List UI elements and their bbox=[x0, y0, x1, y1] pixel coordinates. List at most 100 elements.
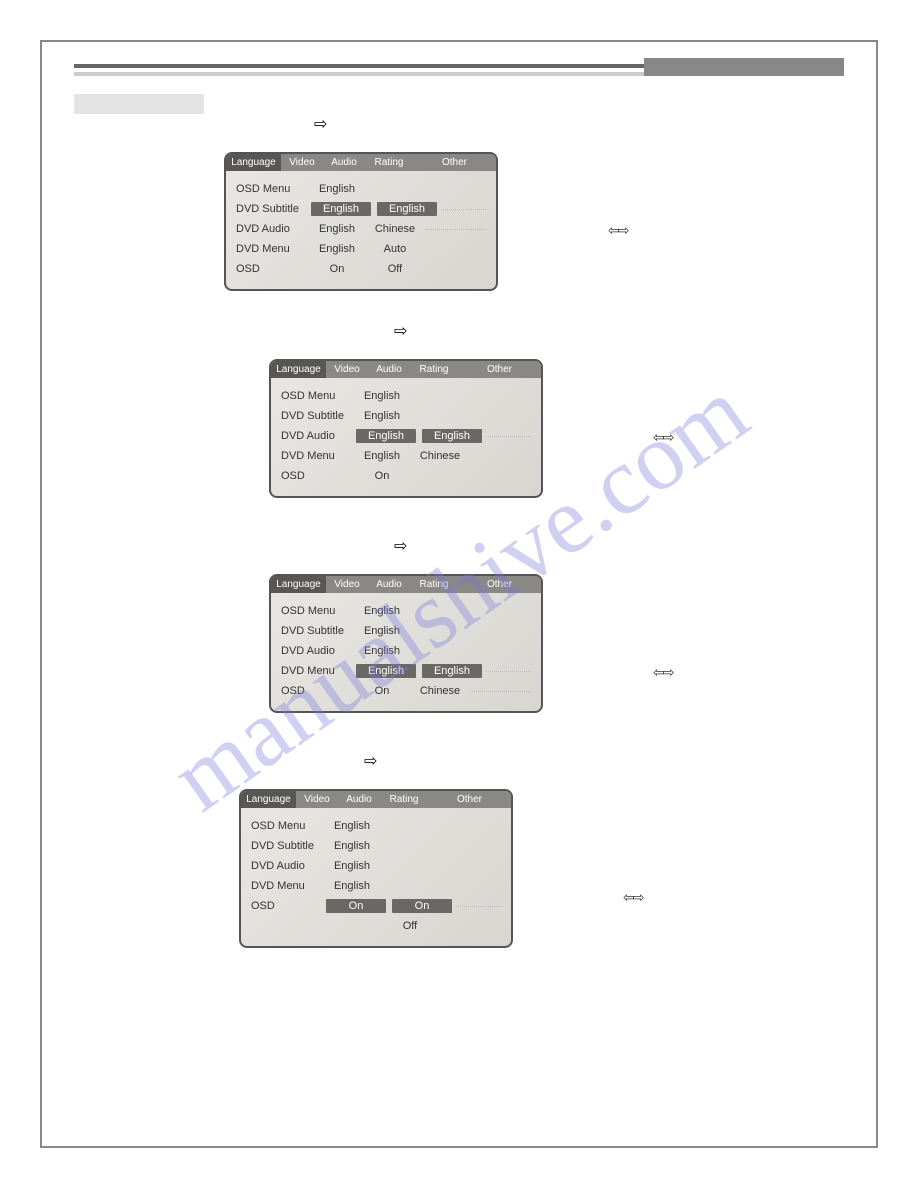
row-osd: OSDOn Chinese bbox=[281, 681, 531, 701]
opt-off[interactable]: Off bbox=[384, 920, 436, 932]
tab-video[interactable]: Video bbox=[296, 791, 338, 808]
opt-on[interactable]: On bbox=[392, 899, 452, 913]
tab-language[interactable]: Language bbox=[226, 154, 281, 171]
tab-video[interactable]: Video bbox=[326, 361, 368, 378]
page-frame: manualshive.com ⇨ Language Video Audio R… bbox=[40, 40, 878, 1148]
osd-panel: Language Video Audio Rating Other OSD Me… bbox=[269, 574, 543, 713]
tab-audio[interactable]: Audio bbox=[323, 154, 365, 171]
val-osd: On bbox=[311, 263, 363, 275]
tab-audio[interactable]: Audio bbox=[338, 791, 380, 808]
tabs: Language Video Audio Rating Other bbox=[271, 361, 541, 378]
label-osdmenu: OSD Menu bbox=[281, 390, 356, 402]
val-menu: English bbox=[356, 450, 408, 462]
val-audio: English bbox=[356, 429, 416, 443]
header-bar-left bbox=[74, 72, 644, 76]
right-arrow-icon: ⇨ bbox=[394, 536, 844, 556]
opt-english[interactable]: English bbox=[422, 429, 482, 443]
val-subtitle: English bbox=[356, 625, 408, 637]
val-subtitle: English bbox=[326, 840, 378, 852]
dots-icon bbox=[441, 208, 486, 210]
osd-body: OSD MenuEnglish DVD SubtitleEnglish DVD … bbox=[271, 378, 541, 496]
val-audio: English bbox=[356, 645, 408, 657]
label-menu: DVD Menu bbox=[281, 450, 356, 462]
row-menu: DVD MenuEnglish bbox=[251, 876, 501, 896]
val-menu: English bbox=[311, 243, 363, 255]
label-subtitle: DVD Subtitle bbox=[281, 410, 356, 422]
opt-off[interactable]: Off bbox=[369, 263, 421, 275]
tab-rating[interactable]: Rating bbox=[410, 576, 458, 593]
opt-english[interactable]: English bbox=[422, 664, 482, 678]
tab-language[interactable]: Language bbox=[241, 791, 296, 808]
label-osdmenu: OSD Menu bbox=[281, 605, 356, 617]
row-audio: DVD AudioEnglish bbox=[281, 641, 531, 661]
val-menu: English bbox=[326, 880, 378, 892]
opt-chinese[interactable]: Chinese bbox=[414, 685, 466, 697]
row-osdmenu: OSD MenuEnglish bbox=[281, 601, 531, 621]
row-menu[interactable]: DVD MenuEnglishEnglish bbox=[281, 661, 531, 681]
label-osd: OSD bbox=[281, 470, 356, 482]
opt-auto[interactable]: Auto bbox=[369, 243, 421, 255]
val-osd: On bbox=[356, 685, 408, 697]
val-osdmenu: English bbox=[356, 605, 408, 617]
dots-icon bbox=[486, 435, 531, 437]
row-subtitle: DVD SubtitleEnglish bbox=[281, 621, 531, 641]
label-subtitle: DVD Subtitle bbox=[251, 840, 326, 852]
tabs: Language Video Audio Rating Other bbox=[241, 791, 511, 808]
val-osdmenu: English bbox=[311, 183, 363, 195]
val-audio: English bbox=[326, 860, 378, 872]
page: manualshive.com ⇨ Language Video Audio R… bbox=[0, 0, 918, 1188]
osd-body: OSD MenuEnglish DVD SubtitleEnglish DVD … bbox=[271, 593, 541, 711]
row-osdmenu: OSD MenuEnglish bbox=[236, 179, 486, 199]
row-osd[interactable]: OSDOnOn bbox=[251, 896, 501, 916]
val-osdmenu: English bbox=[326, 820, 378, 832]
tab-audio[interactable]: Audio bbox=[368, 361, 410, 378]
label-osd: OSD bbox=[236, 263, 311, 275]
tab-language[interactable]: Language bbox=[271, 576, 326, 593]
panel-block-1: Language Video Audio Rating Other OSD Me… bbox=[74, 152, 844, 291]
dots-icon bbox=[470, 690, 531, 692]
label-audio: DVD Audio bbox=[236, 223, 311, 235]
tab-rating[interactable]: Rating bbox=[380, 791, 428, 808]
tab-video[interactable]: Video bbox=[326, 576, 368, 593]
label-menu: DVD Menu bbox=[236, 243, 311, 255]
tab-audio[interactable]: Audio bbox=[368, 576, 410, 593]
tab-rating[interactable]: Rating bbox=[365, 154, 413, 171]
side-arrows: ⇦⇨ bbox=[653, 664, 672, 681]
row-osd: OSDOn Off bbox=[236, 259, 486, 279]
label-osd: OSD bbox=[281, 685, 356, 697]
val-audio: English bbox=[311, 223, 363, 235]
row-subtitle: DVD SubtitleEnglish bbox=[281, 406, 531, 426]
header-bar-right bbox=[644, 58, 844, 76]
label-menu: DVD Menu bbox=[281, 665, 356, 677]
side-arrows: ⇦⇨ bbox=[608, 222, 627, 239]
tabs: Language Video Audio Rating Other bbox=[271, 576, 541, 593]
val-osd: On bbox=[356, 470, 408, 482]
tab-rating[interactable]: Rating bbox=[410, 361, 458, 378]
row-osdmenu: OSD MenuEnglish bbox=[251, 816, 501, 836]
val-subtitle: English bbox=[356, 410, 408, 422]
side-arrows: ⇦⇨ bbox=[653, 429, 672, 446]
label-audio: DVD Audio bbox=[251, 860, 326, 872]
tab-other[interactable]: Other bbox=[458, 576, 541, 593]
updown-arrow-icon: ⇦⇨ bbox=[623, 889, 642, 906]
label-osdmenu: OSD Menu bbox=[236, 183, 311, 195]
opt-chinese[interactable]: Chinese bbox=[369, 223, 421, 235]
row-menu: DVD MenuEnglish Chinese bbox=[281, 446, 531, 466]
tab-other[interactable]: Other bbox=[413, 154, 496, 171]
section-heading-box bbox=[74, 94, 204, 114]
right-arrow-icon: ⇨ bbox=[314, 114, 844, 134]
row-audio: DVD AudioEnglish bbox=[251, 856, 501, 876]
tab-video[interactable]: Video bbox=[281, 154, 323, 171]
osd-panel: Language Video Audio Rating Other OSD Me… bbox=[269, 359, 543, 498]
tab-other[interactable]: Other bbox=[428, 791, 511, 808]
opt-chinese[interactable]: Chinese bbox=[414, 450, 466, 462]
tabs: Language Video Audio Rating Other bbox=[226, 154, 496, 171]
panel-block-4: Language Video Audio Rating Other OSD Me… bbox=[74, 789, 844, 948]
row-off: Off bbox=[251, 916, 501, 936]
opt-english[interactable]: English bbox=[377, 202, 437, 216]
tab-language[interactable]: Language bbox=[271, 361, 326, 378]
row-subtitle[interactable]: DVD SubtitleEnglishEnglish bbox=[236, 199, 486, 219]
tab-other[interactable]: Other bbox=[458, 361, 541, 378]
row-audio[interactable]: DVD AudioEnglishEnglish bbox=[281, 426, 531, 446]
row-osdmenu: OSD MenuEnglish bbox=[281, 386, 531, 406]
